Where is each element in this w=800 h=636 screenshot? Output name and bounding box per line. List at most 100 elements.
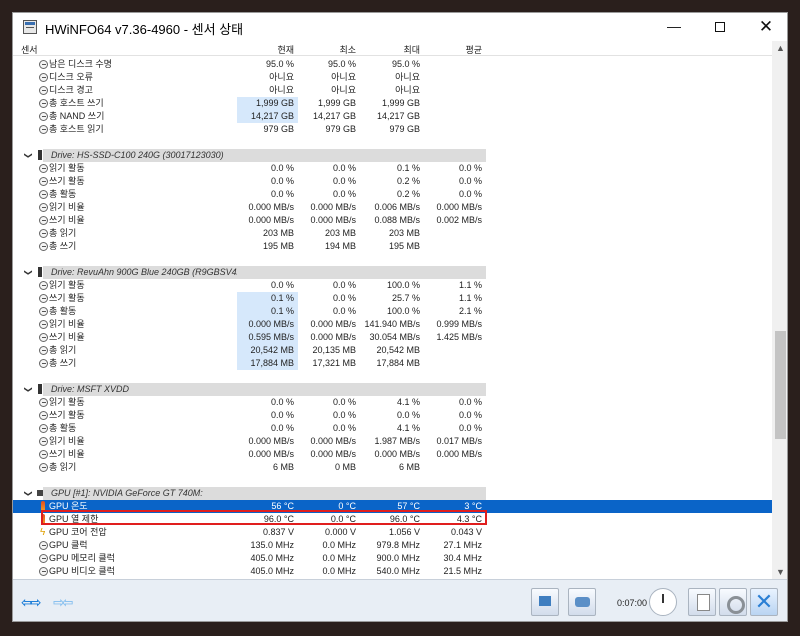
- sensor-row[interactable]: 총 읽기 6 MB 0 MB 6 MB: [13, 461, 772, 474]
- value-min: 0.0 MHz: [322, 553, 356, 563]
- value-min: 0.0 %: [332, 280, 356, 290]
- value-avg: 1.1 %: [458, 280, 482, 290]
- sensor-row[interactable]: 쓰기 활동 0.0 % 0.0 % 0.0 % 0.0 %: [13, 409, 772, 422]
- sensor-name: 남은 디스크 수명: [49, 59, 112, 69]
- sensor-row[interactable]: 읽기 비율 0.000 MB/s 0.000 MB/s 0.006 MB/s 0.000…: [13, 201, 772, 214]
- group-header-row[interactable]: ❯ Drive: RevuAhn 900G Blue 240GB (R9GBSV4…: [13, 266, 772, 279]
- network-icon[interactable]: [531, 588, 559, 616]
- header-avg[interactable]: 평균: [424, 43, 486, 56]
- value-current: 17,884 MB: [237, 357, 298, 370]
- header-current[interactable]: 현재: [237, 43, 298, 56]
- sensor-row[interactable]: 쓰기 활동 0.1 % 0.0 % 25.7 % 1.1 %: [13, 292, 772, 305]
- sensor-row[interactable]: 총 활동 0.0 % 0.0 % 0.2 % 0.0 %: [13, 188, 772, 201]
- value-max: 4.1 %: [396, 423, 420, 433]
- sensor-row[interactable]: 총 활동 0.1 % 0.0 % 100.0 % 2.1 %: [13, 305, 772, 318]
- sensor-row[interactable]: 총 호스트 쓰기 1,999 GB 1,999 GB 1,999 GB: [13, 97, 772, 110]
- value-min: 95.0 %: [327, 59, 356, 69]
- exit-icon[interactable]: ✕: [750, 588, 778, 616]
- group-header-row[interactable]: ❯ Drive: MSFT XVDD: [13, 383, 772, 396]
- sensor-row[interactable]: 쓰기 비율 0.595 MB/s 0.000 MB/s 30.054 MB/s 1.42…: [13, 331, 772, 344]
- sensor-name: GPU 메모리 클럭: [49, 553, 115, 563]
- chevron-down-icon[interactable]: ❯: [22, 269, 35, 276]
- close-button[interactable]: ✕: [743, 13, 787, 41]
- sensor-row[interactable]: 총 활동 0.0 % 0.0 % 4.1 % 0.0 %: [13, 422, 772, 435]
- value-current: 20,542 MB: [237, 344, 298, 357]
- sensor-row[interactable]: GPU 클럭 135.0 MHz 0.0 MHz 979.8 MHz 27.1 MHz: [13, 539, 772, 552]
- sensor-row[interactable]: 읽기 비율 0.000 MB/s 0.000 MB/s 1.987 MB/s 0.017…: [13, 435, 772, 448]
- value-max: 아니요: [395, 85, 420, 95]
- sensor-row[interactable]: 디스크 오류 아니요 아니요 아니요: [13, 71, 772, 84]
- sensor-row[interactable]: 총 쓰기 17,884 MB 17,321 MB 17,884 MB: [13, 357, 772, 370]
- sensor-row[interactable]: 읽기 활동 0.0 % 0.0 % 0.1 % 0.0 %: [13, 162, 772, 175]
- sensor-name: 총 활동: [49, 306, 77, 316]
- value-current: 0.000 MB/s: [248, 436, 294, 446]
- sensor-row[interactable]: 읽기 활동 0.0 % 0.0 % 4.1 % 0.0 %: [13, 396, 772, 409]
- minimize-button[interactable]: —: [651, 13, 697, 41]
- settings-gear-icon[interactable]: [719, 588, 747, 616]
- switch-layout-icon[interactable]: [568, 588, 596, 616]
- header-max[interactable]: 최대: [360, 43, 424, 56]
- sensor-row[interactable]: 쓰기 활동 0.0 % 0.0 % 0.2 % 0.0 %: [13, 175, 772, 188]
- chevron-down-icon[interactable]: ❯: [22, 490, 35, 497]
- sensor-name: 쓰기 비율: [49, 215, 85, 225]
- group-label: Drive: RevuAhn 900G Blue 240GB (R9GBSV42…: [43, 266, 278, 279]
- drive-icon: [38, 150, 42, 160]
- value-max: 아니요: [395, 72, 420, 82]
- value-min: 0.000 MB/s: [310, 319, 356, 329]
- value-avg: 0.0 %: [458, 163, 482, 173]
- chevron-down-icon[interactable]: ❯: [22, 386, 35, 393]
- sensor-row[interactable]: 쓰기 비율 0.000 MB/s 0.000 MB/s 0.088 MB/s 0.002…: [13, 214, 772, 227]
- hwinfo-window: HWiNFO64 v7.36-4960 - 센서 상태 — ✕ 센서 현재 최소…: [12, 12, 788, 622]
- group-header-row[interactable]: ❯ GPU [#1]: NVIDIA GeForce GT 740M:: [13, 487, 772, 500]
- value-current: 1,999 GB: [237, 97, 298, 110]
- sensor-name: 쓰기 활동: [49, 293, 85, 303]
- sensor-name: 총 쓰기: [49, 241, 77, 251]
- expand-arrows-icon[interactable]: ⇦⇨: [21, 594, 42, 611]
- value-min: 0.0 %: [332, 410, 356, 420]
- value-max: 0.2 %: [396, 176, 420, 186]
- scroll-up-icon[interactable]: ▲: [776, 43, 785, 53]
- value-min: 14,217 GB: [312, 111, 356, 121]
- value-current: 0.0 %: [270, 280, 294, 290]
- group-label: Drive: HS-SSD-C100 240G (30017123030): [43, 149, 237, 162]
- sensor-row[interactable]: 총 호스트 읽기 979 GB 979 GB 979 GB: [13, 123, 772, 136]
- sensor-row[interactable]: 총 쓰기 195 MB 194 MB 195 MB: [13, 240, 772, 253]
- scroll-down-icon[interactable]: ▼: [776, 567, 785, 577]
- value-current: 203 MB: [262, 228, 294, 238]
- sensor-row[interactable]: GPU 비디오 클럭 405.0 MHz 0.0 MHz 540.0 MHz 21.5 …: [13, 565, 772, 578]
- vertical-scrollbar[interactable]: ▲ ▼: [772, 41, 787, 579]
- header-min[interactable]: 최소: [298, 43, 360, 56]
- value-current: 0.0 %: [270, 423, 294, 433]
- group-header-row[interactable]: ❯ Drive: HS-SSD-C100 240G (30017123030): [13, 149, 772, 162]
- spacer-row: [13, 474, 772, 487]
- sensor-row[interactable]: 읽기 비율 0.000 MB/s 0.000 MB/s 141.940 MB/s 0.9…: [13, 318, 772, 331]
- value-current: 0.0 %: [270, 397, 294, 407]
- group-label: GPU [#1]: NVIDIA GeForce GT 740M:: [43, 487, 237, 500]
- value-current: 0.000 MB/s: [237, 318, 298, 331]
- value-max: 1.987 MB/s: [374, 436, 420, 446]
- report-icon[interactable]: [688, 588, 716, 616]
- header-sensor[interactable]: 센서: [21, 43, 38, 56]
- sensor-row[interactable]: 디스크 경고 아니요 아니요 아니요: [13, 84, 772, 97]
- sensor-row[interactable]: 남은 디스크 수명 95.0 % 95.0 % 95.0 %: [13, 58, 772, 71]
- scrollbar-thumb[interactable]: [775, 331, 786, 439]
- sensor-name: 총 활동: [49, 189, 77, 199]
- chevron-down-icon[interactable]: ❯: [22, 152, 35, 159]
- value-min: 979 GB: [325, 124, 356, 134]
- sensor-row[interactable]: GPU 메모리 클럭 405.0 MHz 0.0 MHz 900.0 MHz 30.4 …: [13, 552, 772, 565]
- sensor-row[interactable]: 총 읽기 203 MB 203 MB 203 MB: [13, 227, 772, 240]
- spacer-row: [13, 136, 772, 149]
- sensor-row[interactable]: ϟ GPU 코어 전압 0.837 V 0.000 V 1.056 V 0.043 V: [13, 526, 772, 539]
- sensor-row[interactable]: 읽기 활동 0.0 % 0.0 % 100.0 % 1.1 %: [13, 279, 772, 292]
- sensor-row[interactable]: 총 NAND 쓰기 14,217 GB 14,217 GB 14,217 GB: [13, 110, 772, 123]
- group-fill: [237, 149, 486, 162]
- value-avg: [424, 357, 486, 370]
- sensor-row[interactable]: 쓰기 비율 0.000 MB/s 0.000 MB/s 0.000 MB/s 0.000…: [13, 448, 772, 461]
- value-min: 0.000 MB/s: [310, 202, 356, 212]
- maximize-button[interactable]: [697, 13, 743, 41]
- sensor-table[interactable]: 센서 현재 최소 최대 평균 남은 디스크 수명 95.0 % 95.0 % 95.0…: [13, 41, 772, 579]
- value-avg: 2.1 %: [458, 306, 482, 316]
- collapse-arrows-icon[interactable]: ⇨⇦: [53, 594, 74, 611]
- clock-icon[interactable]: [649, 588, 677, 616]
- sensor-row[interactable]: 총 읽기 20,542 MB 20,135 MB 20,542 MB: [13, 344, 772, 357]
